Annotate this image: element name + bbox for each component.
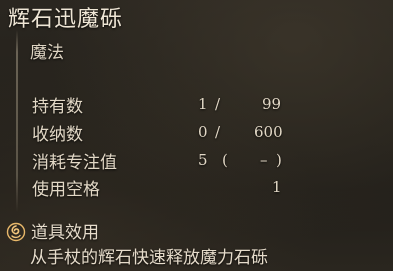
held-separator: / (215, 95, 221, 113)
fp-cost-open-paren: ( (222, 151, 228, 169)
swirl-effect-icon (6, 222, 26, 242)
effects-title: 道具效用 (31, 223, 99, 243)
fp-cost-dash: – (260, 151, 268, 169)
item-detail-panel: 辉石迅魔砾 魔法 持有数 1 / 99 收纳数 0 / 600 消耗专注值 5 … (0, 0, 393, 271)
effects-header: 道具效用 (6, 218, 206, 243)
stored-separator: / (215, 123, 221, 141)
effect-description: 从手杖的辉石快速释放魔力石砾 (30, 248, 268, 268)
held-current: 1 (198, 95, 208, 113)
fp-cost-value: 5 (198, 151, 208, 169)
fp-cost-close-paren: ) (276, 151, 282, 169)
slots-value: 1 (272, 178, 282, 196)
vertical-divider (16, 30, 18, 212)
stored-label: 收纳数 (32, 125, 83, 145)
item-category: 魔法 (30, 43, 64, 63)
held-label: 持有数 (32, 97, 83, 117)
stored-current: 0 (198, 123, 208, 141)
stored-max: 600 (254, 123, 283, 141)
slots-label: 使用空格 (32, 180, 100, 200)
item-name: 辉石迅魔砾 (8, 7, 124, 32)
held-max: 99 (262, 95, 282, 113)
fp-cost-label: 消耗专注值 (32, 153, 117, 173)
